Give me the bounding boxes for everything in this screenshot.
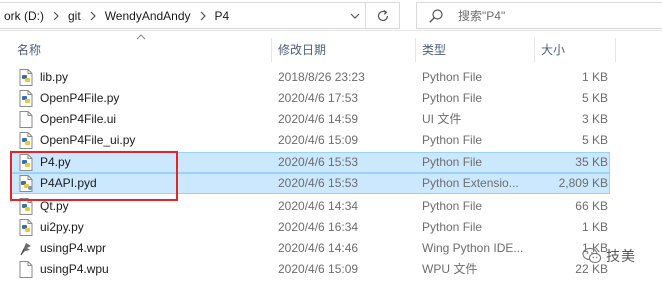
file-date: 2020/4/6 15:09: [278, 133, 359, 147]
file-date: 2020/4/6 15:09: [278, 262, 359, 276]
breadcrumb-wendyandandy[interactable]: WendyAndAndy: [101, 9, 195, 23]
column-header-type[interactable]: 类型: [422, 38, 446, 62]
breadcrumb-git[interactable]: git: [64, 9, 85, 23]
search-box[interactable]: 搜索"P4": [416, 2, 662, 29]
python-file-icon: [19, 132, 35, 149]
file-row[interactable]: ui2py.py 2020/4/6 16:34 Python File 1 KB: [0, 217, 662, 238]
breadcrumb-p4[interactable]: P4: [211, 9, 234, 23]
file-row[interactable]: OpenP4File.ui 2020/4/6 14:59 UI 文件 3 KB: [0, 109, 662, 130]
file-date: 2020/4/6 16:34: [278, 220, 359, 234]
file-type: Python Extensio...: [422, 176, 519, 190]
file-type: Python File: [422, 91, 483, 105]
chevron-right-icon[interactable]: [48, 3, 64, 28]
file-size: 35 KB: [575, 155, 608, 169]
address-bar[interactable]: ork (D:) git WendyAndAndy P4: [0, 2, 366, 29]
file-type: WPU 文件: [422, 262, 478, 276]
refresh-button[interactable]: [366, 2, 400, 29]
column-divider[interactable]: [271, 38, 272, 62]
file-size: 1 KB: [581, 220, 608, 234]
file-type: UI 文件: [422, 112, 462, 126]
file-date: 2020/4/6 14:46: [278, 241, 359, 255]
file-type: Python File: [422, 133, 483, 147]
blank-file-icon: [19, 111, 35, 128]
file-row[interactable]: lib.py 2018/8/26 23:23 Python File 1 KB: [0, 67, 662, 88]
file-size: 66 KB: [575, 199, 608, 213]
python-file-icon: [19, 90, 35, 107]
file-name: OpenP4File_ui.py: [40, 133, 136, 147]
file-type: Python File: [422, 199, 483, 213]
python-file-icon: [19, 219, 35, 236]
watermark: 技美: [582, 243, 656, 269]
wing-file-icon: [19, 240, 35, 257]
file-size: 5 KB: [581, 91, 608, 105]
column-headers: 名称 修改日期 类型 大小: [0, 38, 662, 62]
file-type: Python File: [422, 70, 483, 84]
file-size: 2,809 KB: [558, 176, 608, 190]
refresh-icon: [377, 9, 388, 21]
breadcrumb-drive[interactable]: ork (D:): [0, 9, 48, 23]
file-type: Python File: [422, 220, 483, 234]
chevron-right-icon[interactable]: [85, 3, 101, 28]
file-row[interactable]: OpenP4File.py 2020/4/6 17:53 Python File…: [0, 88, 662, 109]
wechat-icon: [582, 247, 602, 264]
file-name: usingP4.wpr: [40, 241, 107, 255]
column-divider[interactable]: [615, 38, 616, 62]
file-row[interactable]: usingP4.wpr 2020/4/6 14:46 Wing Python I…: [0, 238, 662, 259]
file-type: Wing Python IDE...: [422, 241, 524, 255]
file-date: 2020/4/6 14:59: [278, 112, 359, 126]
search-input[interactable]: 搜索"P4": [458, 7, 505, 24]
file-name: usingP4.wpu: [40, 262, 109, 276]
column-header-name[interactable]: 名称: [17, 38, 41, 62]
column-header-size[interactable]: 大小: [541, 38, 565, 62]
file-row[interactable]: usingP4.wpu 2020/4/6 15:09 WPU 文件 22 KB: [0, 259, 662, 280]
chevron-right-icon[interactable]: [195, 3, 211, 28]
file-size: 3 KB: [581, 112, 608, 126]
search-icon: [429, 8, 443, 23]
file-name: lib.py: [40, 70, 69, 84]
file-date: 2018/8/26 23:23: [278, 70, 365, 84]
file-name: OpenP4File.ui: [40, 112, 117, 126]
file-date: 2020/4/6 17:53: [278, 91, 359, 105]
file-name: ui2py.py: [40, 220, 84, 234]
file-row[interactable]: OpenP4File_ui.py 2020/4/6 15:09 Python F…: [0, 130, 662, 151]
toolbar: ork (D:) git WendyAndAndy P4 搜索"P4": [0, 0, 662, 31]
column-divider[interactable]: [415, 38, 416, 62]
file-name: OpenP4File.py: [40, 91, 120, 105]
file-size: 5 KB: [581, 133, 608, 147]
python-file-icon: [19, 69, 35, 86]
breadcrumb: ork (D:) git WendyAndAndy P4: [0, 3, 233, 28]
file-size: 1 KB: [581, 70, 608, 84]
highlight-annotation-box: [10, 151, 178, 201]
column-divider[interactable]: [534, 38, 535, 62]
file-type: Python File: [422, 155, 483, 169]
file-date: 2020/4/6 15:53: [278, 155, 359, 169]
file-date: 2020/4/6 15:53: [278, 176, 359, 190]
watermark-text: 技美: [606, 248, 636, 264]
chevron-down-icon[interactable]: [345, 3, 365, 28]
blank-file-icon: [19, 261, 35, 278]
file-date: 2020/4/6 14:34: [278, 199, 359, 213]
column-header-date[interactable]: 修改日期: [278, 38, 326, 62]
